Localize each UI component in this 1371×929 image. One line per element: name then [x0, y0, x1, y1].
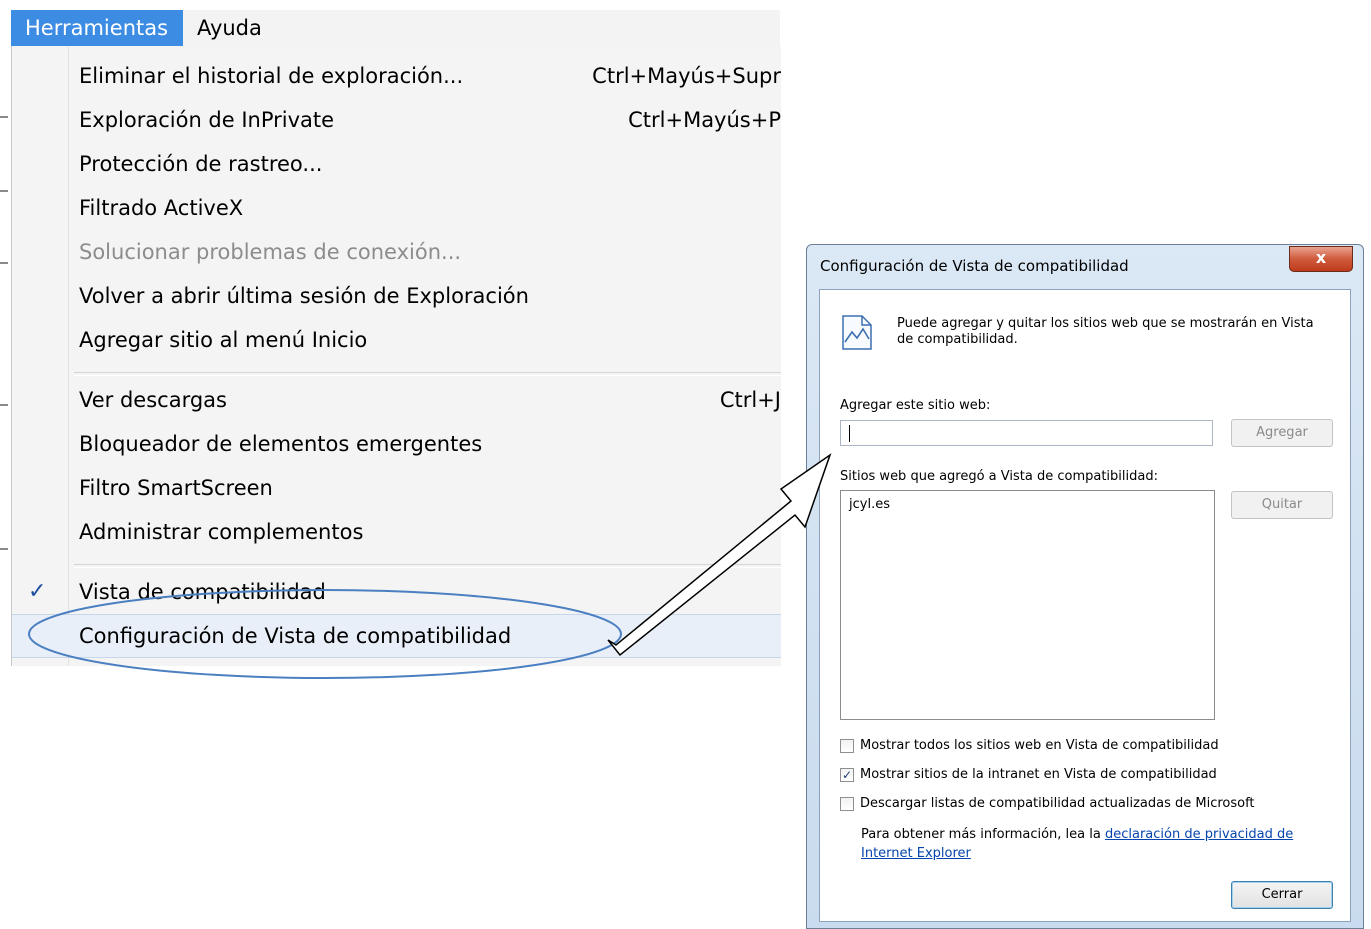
compatibility-settings-dialog: Configuración de Vista de compatibilidad…	[806, 244, 1364, 929]
checkbox-box[interactable]	[840, 739, 854, 753]
menu-item-compatibility-view[interactable]: ✓ Vista de compatibilidad	[12, 570, 781, 614]
list-item[interactable]: jcyl.es	[849, 497, 890, 512]
info-text: Puede agregar y quitar los sitios web qu…	[897, 316, 1314, 347]
menu-item-label: Exploración de InPrivate	[79, 108, 335, 132]
add-button[interactable]: Agregar	[1231, 419, 1333, 447]
menu-item-label: Eliminar el historial de exploración...	[79, 64, 464, 88]
dialog-title: Configuración de Vista de compatibilidad	[820, 257, 1129, 275]
menu-item-label: Agregar sitio al menú Inicio	[79, 328, 368, 352]
window-edge-mark	[0, 190, 8, 192]
menu-item-fix-connection: Solucionar problemas de conexión...	[12, 230, 781, 274]
remove-button[interactable]: Quitar	[1231, 491, 1333, 519]
window-edge-mark	[0, 404, 8, 406]
menu-item-inprivate[interactable]: Exploración de InPrivate Ctrl+Mayús+P	[12, 98, 781, 142]
menu-item-delete-history[interactable]: Eliminar el historial de exploración... …	[12, 54, 781, 98]
window-edge-mark	[0, 548, 8, 550]
menu-item-shortcut: Ctrl+J	[719, 388, 781, 412]
window-edge-mark	[0, 116, 8, 118]
checkmark-icon[interactable]: ✓	[840, 768, 854, 782]
cerrar-button[interactable]: Cerrar	[1231, 881, 1333, 909]
checkmark-icon: ✓	[28, 579, 47, 604]
menubar-ayuda[interactable]: Ayuda	[183, 10, 283, 46]
checkbox-label: Mostrar sitios de la intranet en Vista d…	[860, 767, 1217, 782]
window-edge-mark	[0, 262, 8, 264]
checkbox-box[interactable]	[840, 797, 854, 811]
menu-item-label: Administrar complementos	[79, 520, 364, 544]
tools-menu: Eliminar el historial de exploración... …	[11, 46, 781, 666]
menu-item-label: Configuración de Vista de compatibilidad	[79, 624, 512, 648]
dialog-body: Puede agregar y quitar los sitios web qu…	[819, 289, 1351, 922]
menu-item-compatibility-settings[interactable]: Configuración de Vista de compatibilidad	[12, 614, 781, 658]
add-site-label: Agregar este sitio web:	[840, 398, 991, 413]
menu-item-label: Protección de rastreo...	[79, 152, 323, 176]
menu-item-label: Ver descargas	[79, 388, 227, 412]
checkbox-label: Descargar listas de compatibilidad actua…	[860, 796, 1255, 811]
text-caret	[849, 425, 850, 442]
menu-bar: Herramientas Ayuda	[11, 10, 780, 47]
menu-item-label: Filtrado ActiveX	[79, 196, 244, 220]
menu-item-tracking-protection[interactable]: Protección de rastreo...	[12, 142, 781, 186]
more-info-text: Para obtener más información, lea la dec…	[861, 825, 1321, 863]
menu-item-popup-blocker[interactable]: Bloqueador de elementos emergentes	[12, 422, 781, 466]
menu-item-reopen-session[interactable]: Volver a abrir última sesión de Explorac…	[12, 274, 781, 318]
menu-item-label: Filtro SmartScreen	[79, 476, 273, 500]
added-sites-list[interactable]: jcyl.es	[840, 490, 1215, 720]
menu-item-label: Vista de compatibilidad	[79, 580, 326, 604]
menu-item-activex-filtering[interactable]: Filtrado ActiveX	[12, 186, 781, 230]
menubar-herramientas[interactable]: Herramientas	[11, 10, 183, 46]
added-sites-label: Sitios web que agregó a Vista de compati…	[840, 469, 1158, 484]
menu-separator	[74, 564, 781, 568]
menu-item-shortcut: Ctrl+Mayús+Supr	[592, 64, 781, 88]
menu-item-view-downloads[interactable]: Ver descargas Ctrl+J	[12, 378, 781, 422]
menu-item-add-to-start[interactable]: Agregar sitio al menú Inicio	[12, 318, 781, 362]
menu-separator	[74, 372, 781, 376]
compatibility-page-icon	[842, 315, 872, 350]
close-icon[interactable]: x	[1289, 246, 1353, 272]
add-site-input[interactable]	[840, 420, 1213, 446]
menu-item-label: Solucionar problemas de conexión...	[79, 240, 462, 264]
more-info-prefix: Para obtener más información, lea la	[861, 827, 1105, 842]
menu-item-smartscreen[interactable]: Filtro SmartScreen	[12, 466, 781, 510]
menu-item-manage-addons[interactable]: Administrar complementos	[12, 510, 781, 554]
checkbox-label: Mostrar todos los sitios web en Vista de…	[860, 738, 1219, 753]
menu-item-shortcut: Ctrl+Mayús+P	[628, 108, 781, 132]
menu-item-label: Bloqueador de elementos emergentes	[79, 432, 483, 456]
menu-item-label: Volver a abrir última sesión de Explorac…	[79, 284, 529, 308]
